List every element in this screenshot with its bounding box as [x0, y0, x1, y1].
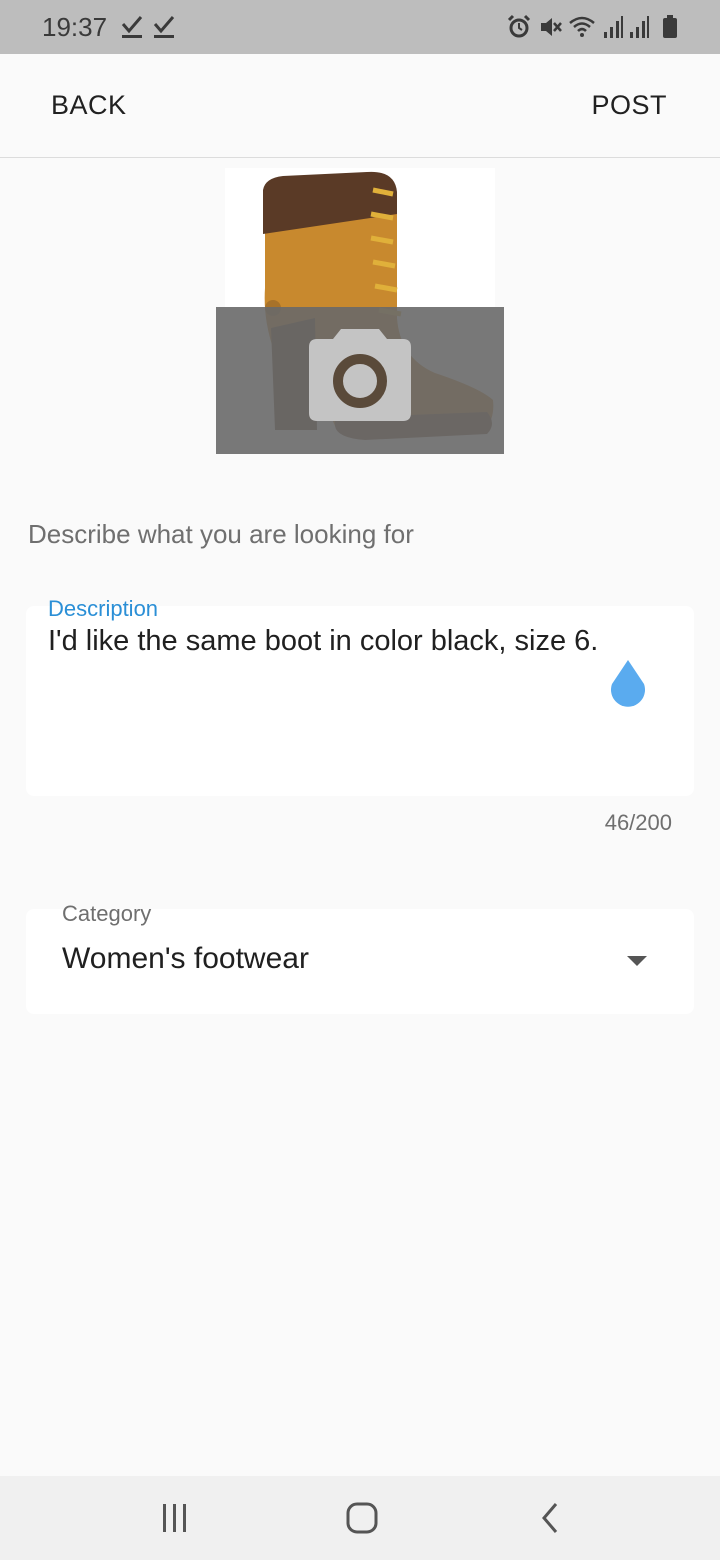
mute-icon	[541, 18, 562, 36]
dropdown-arrow-icon[interactable]	[627, 956, 647, 966]
app-bar: BACK POST	[0, 54, 720, 158]
signal-icon	[630, 16, 649, 38]
recent-apps-icon[interactable]	[153, 1496, 197, 1540]
wifi-icon	[569, 16, 595, 37]
form-prompt: Describe what you are looking for	[28, 519, 414, 549]
alarm-icon	[507, 14, 531, 38]
description-input[interactable]: I'd like the same boot in color black, s…	[48, 625, 668, 658]
status-time: 19:37	[42, 12, 108, 42]
photo-picker[interactable]	[216, 168, 504, 454]
photo-overlay	[216, 307, 504, 454]
back-button[interactable]: BACK	[51, 90, 127, 121]
status-bar: 19:37	[0, 0, 720, 54]
system-nav-bar	[0, 1476, 720, 1560]
post-button[interactable]: POST	[591, 90, 667, 121]
text-cursor-handle-icon[interactable]	[608, 660, 648, 708]
check-download-icon	[153, 16, 175, 38]
description-label: Description	[48, 596, 159, 621]
character-counter: 46/200	[604, 810, 672, 835]
camera-icon[interactable]	[309, 329, 411, 421]
category-value[interactable]: Women's footwear	[62, 942, 309, 976]
category-label: Category	[62, 901, 152, 926]
signal-icon	[604, 16, 623, 38]
back-icon[interactable]	[528, 1496, 572, 1540]
battery-icon	[663, 15, 677, 38]
check-download-icon	[121, 16, 143, 38]
home-icon[interactable]	[340, 1496, 384, 1540]
